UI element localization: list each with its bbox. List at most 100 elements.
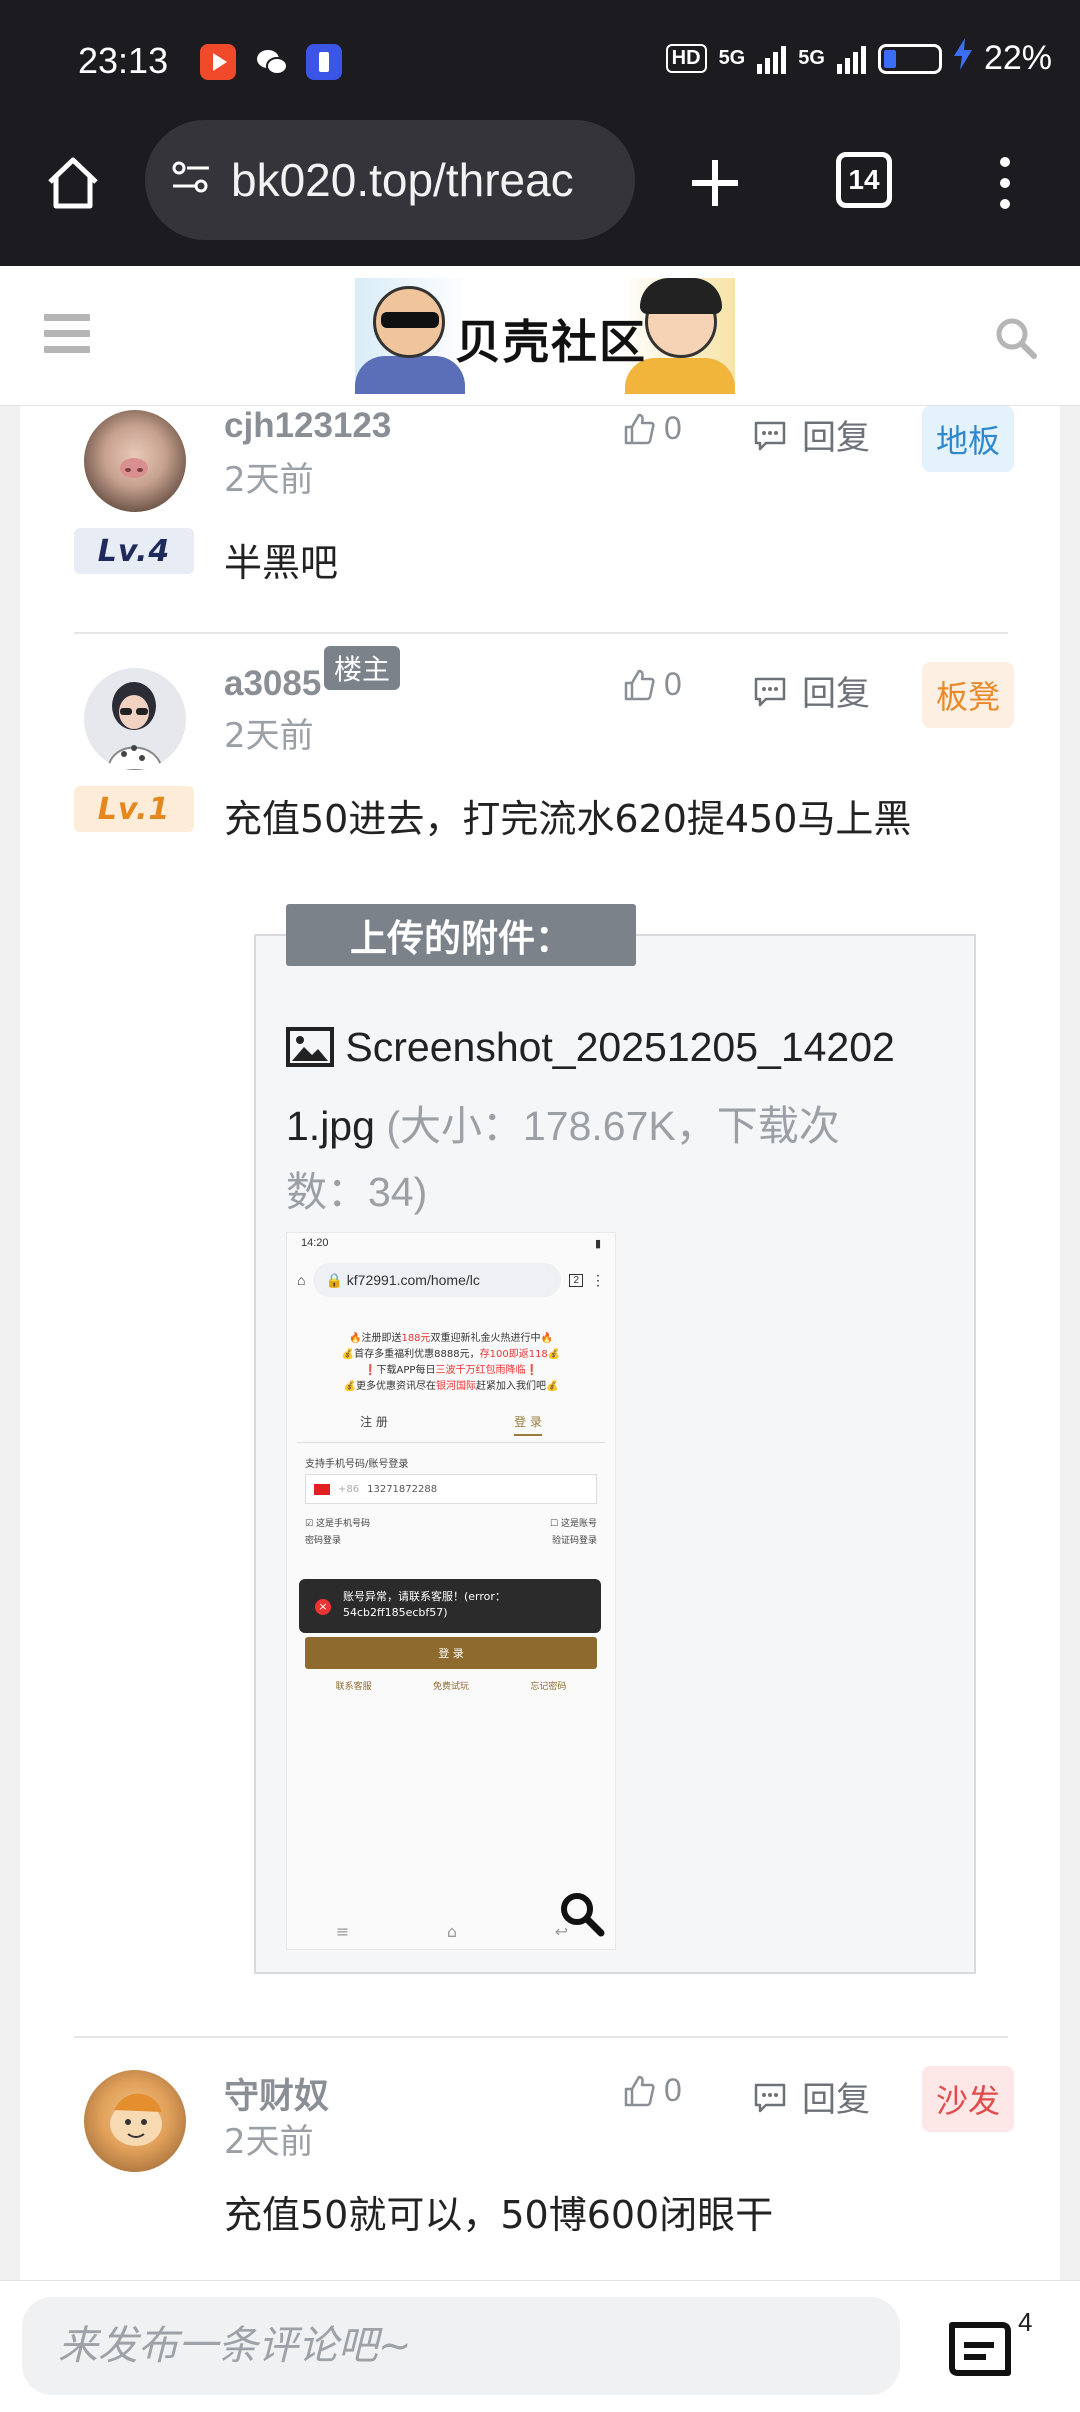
attachment-filename: Screenshot_20251205_14202 [345,1024,895,1070]
like-button[interactable]: 0 [622,2072,682,2109]
avatar[interactable] [84,668,186,770]
comment-item: cjh123123 2天前 Lv.4 半黑吧 0 回复 地板 [74,406,1014,632]
thread-owner-badge: 楼主 [324,646,401,690]
divider [74,2036,1008,2038]
avatar[interactable] [84,410,186,512]
attachment-meta: (大小：178.67K，下载次 [386,1103,840,1149]
url-bar[interactable]: bk020.top/threac [145,120,635,240]
new-tab-icon[interactable] [680,148,750,218]
logo-figure-left [355,356,465,394]
thumb-nav-menu-icon: ≡ [335,1922,350,1941]
attachment-meta-line: 数：34) [286,1169,428,1215]
comment-input[interactable] [22,2297,900,2395]
level-badge: Lv.4 [74,528,194,574]
comment-text: 充值50进去，打完流水620提450马上黑 [224,797,912,841]
thumbs-up-icon [624,2075,655,2106]
post-time: 2天前 [224,460,314,500]
flashlight-app-icon [306,44,342,80]
thumb-toast-line1: 账号异常，请联系客服！(error： [343,1590,506,1603]
thumb-url: 🔒 kf72991.com/home/lc [313,1263,562,1297]
logo-sunglasses [381,312,439,328]
thumb-nav-home-icon: ⌂ [446,1922,458,1941]
reply-label: 回复 [802,2080,870,2120]
comments-icon[interactable] [944,2319,1014,2381]
thumb-code-login: 验证码登录 [551,1536,597,1546]
attachment-thumbnail[interactable]: 14:20 ▮ ⌂ 🔒 kf72991.com/home/lc 2 ⋮ 🔥注册即… [286,1232,616,1950]
thread-content: cjh123123 2天前 Lv.4 半黑吧 0 回复 地板 a3085 楼主 … [20,406,1060,2280]
thumb-pwd-login: 密码登录 [305,1536,342,1546]
tab-switcher-button[interactable]: 14 [836,152,892,208]
thumb-login-modes: 密码登录 验证码登录 [305,1533,597,1546]
thumb-links: 联系客服 免费试玩 忘记密码 [305,1679,597,1692]
attachment-link[interactable]: Screenshot_20251205_14202 [286,1024,946,1071]
search-icon[interactable] [994,316,1038,360]
reply-label: 回复 [802,674,870,714]
logo-hair-right [640,278,722,314]
reply-label: 回复 [802,418,870,458]
reply-button[interactable]: 回复 [752,410,870,459]
thumb-error-icon: × [315,1599,331,1615]
thumb-flag-icon [314,1483,330,1495]
floor-badge: 地板 [922,406,1014,472]
battery-percent: 22% [983,39,1052,77]
comment-bubble-icon [754,677,786,706]
reply-button[interactable]: 回复 [752,2072,870,2121]
attachment-title: 上传的附件： [286,904,636,966]
like-count: 0 [664,2072,682,2108]
site-settings-icon[interactable] [169,156,213,204]
url-text: bk020.top/threac [231,154,574,206]
thumbs-up-icon [624,669,655,700]
logo-text: 贝壳社区 [455,315,647,369]
site-logo[interactable]: 贝壳社区 [355,278,735,394]
thumb-promo: 🔥注册即送188元双重迎新礼金火热进行中🔥 💰首存多重福利优惠8888元，存10… [341,1333,561,1392]
image-icon [286,1027,334,1067]
thumb-link-trial: 免费试玩 [432,1682,469,1692]
username[interactable]: a3085 [224,664,321,704]
zoom-icon[interactable] [557,1889,607,1939]
thumb-checks: ☑ 这是手机号码 ☐ 这是账号 [305,1516,597,1529]
thumb-country-code: +86 [338,1483,360,1495]
thumb-menu-icon: ⋮ [591,1271,605,1288]
username[interactable]: cjh123123 [224,406,391,446]
floor-badge: 板凳 [922,662,1014,728]
thumb-toast-line2: 54cb2ff185ecbf57) [343,1606,448,1619]
thumbs-up-icon [624,413,655,444]
reply-button[interactable]: 回复 [752,666,870,715]
like-button[interactable]: 0 [622,666,682,703]
thumb-error-toast: × 账号异常，请联系客服！(error： 54cb2ff185ecbf57) [299,1579,601,1633]
avatar[interactable] [84,2070,186,2172]
username[interactable]: 守财奴 [224,2068,329,2119]
attachment-filename-ext[interactable]: 1.jpg [286,1103,375,1149]
comment-text: 充值50就可以，50博600闭眼干 [224,2193,774,2237]
battery-icon [877,43,942,74]
more-menu-icon[interactable] [990,150,1020,216]
like-count: 0 [664,410,682,446]
thumb-login-button: 登 录 [305,1637,597,1669]
signal-icon [757,44,787,74]
thumb-tab-count: 2 [569,1273,583,1287]
browser-toolbar: bk020.top/threac 14 [0,120,1080,266]
menu-icon[interactable] [44,314,90,354]
comment-bar: 4 [0,2280,1080,2412]
video-app-icon [200,44,236,80]
comment-text: 半黑吧 [224,541,339,585]
level-badge: Lv.1 [74,786,194,832]
like-button[interactable]: 0 [622,410,682,447]
status-bar: 23:13 HD 5G 5G 22% [0,0,1080,120]
comment-item: 守财奴 2天前 充值50就可以，50博600闭眼干 0 回复 沙发 [74,2066,1014,2280]
hd-indicator: HD [665,44,707,73]
thumb-tab-login: 登 录 [514,1413,542,1436]
like-count: 0 [664,666,682,702]
thumb-phone: 13271872288 [367,1483,438,1495]
thumb-tabs: 注 册 登 录 [297,1413,605,1443]
post-time: 2天前 [224,2122,314,2162]
charging-icon [953,38,972,79]
comment-bubble-icon [754,2083,786,2112]
thumb-status-time: 14:20 [301,1237,329,1249]
home-icon[interactable] [38,148,108,218]
thumb-link-forgot: 忘记密码 [530,1682,567,1692]
thumb-phone-input: +86 13271872288 [305,1474,597,1504]
signal-icon-2 [836,44,866,74]
thumb-check-phone: ☑ 这是手机号码 [305,1519,370,1529]
status-right-group: HD 5G 5G 22% [665,38,1052,79]
